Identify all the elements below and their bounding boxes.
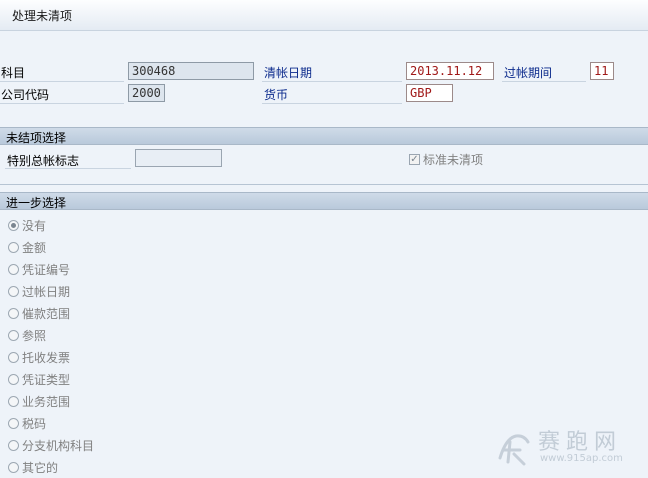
watermark-text: 赛跑网 (538, 430, 623, 455)
window-title: 处理未清项 (12, 9, 73, 23)
radio-row-other[interactable]: 其它的 (8, 459, 58, 477)
radio-label-business-area: 业务范围 (22, 395, 71, 409)
radio-other[interactable] (8, 462, 19, 473)
company-label-underline (0, 103, 124, 104)
clearing-date-field[interactable]: 2013.11.12 (406, 62, 494, 80)
radio-business-area[interactable] (8, 396, 19, 407)
clearing-date-underline (262, 81, 402, 82)
radio-label-dunning-area: 催款范围 (22, 307, 71, 321)
watermark-logo-icon (498, 434, 530, 466)
radio-row-tax-code[interactable]: 税码 (8, 415, 46, 433)
radio-posting-date[interactable] (8, 286, 19, 297)
radio-label-none: 没有 (22, 219, 47, 233)
radio-row-amount[interactable]: 金额 (8, 239, 46, 257)
radio-row-none[interactable]: 没有 (8, 217, 46, 235)
posting-period-label: 过帐期间 (504, 66, 553, 80)
radio-row-dunning-area[interactable]: 催款范围 (8, 305, 70, 323)
radio-row-document-number[interactable]: 凭证编号 (8, 261, 70, 279)
posting-period-field[interactable]: 11 (590, 62, 614, 80)
currency-underline (262, 103, 402, 104)
watermark: 赛跑网 www.915ap.com (494, 424, 644, 472)
radio-label-document-type: 凭证类型 (22, 373, 71, 387)
company-code-field[interactable]: 2000 (128, 84, 165, 102)
further-selection-title: 进一步选择 (6, 196, 67, 210)
radio-row-business-area[interactable]: 业务范围 (8, 393, 70, 411)
open-item-section-bottom (0, 184, 648, 185)
radio-document-type[interactable] (8, 374, 19, 385)
radio-document-number[interactable] (8, 264, 19, 275)
watermark-url: www.915ap.com (540, 453, 623, 464)
radio-row-posting-date[interactable]: 过帐日期 (8, 283, 70, 301)
radio-label-amount: 金额 (22, 241, 47, 255)
radio-label-document-number: 凭证编号 (22, 263, 71, 277)
further-selection-header: 进一步选择 (0, 192, 648, 210)
currency-field[interactable]: GBP (406, 84, 453, 102)
radio-collection-invoice[interactable] (8, 352, 19, 363)
radio-label-reference: 参照 (22, 329, 47, 343)
radio-tax-code[interactable] (8, 418, 19, 429)
radio-reference[interactable] (8, 330, 19, 341)
radio-label-posting-date: 过帐日期 (22, 285, 71, 299)
radio-label-other: 其它的 (22, 461, 59, 475)
radio-label-tax-code: 税码 (22, 417, 47, 431)
posting-period-underline (502, 81, 586, 82)
open-item-section-header: 未结项选择 (0, 127, 648, 145)
standard-oi-checkbox[interactable]: ✓ (409, 154, 420, 165)
radio-dunning-area[interactable] (8, 308, 19, 319)
account-label-underline (0, 81, 124, 82)
radio-label-branch-account: 分支机构科目 (22, 439, 95, 453)
special-gl-label: 特别总帐标志 (7, 154, 80, 168)
account-field[interactable]: 300468 (128, 62, 254, 80)
radio-row-reference[interactable]: 参照 (8, 327, 46, 345)
standard-oi-label: 标准未清项 (423, 153, 484, 167)
radio-row-document-type[interactable]: 凭证类型 (8, 371, 70, 389)
radio-row-branch-account[interactable]: 分支机构科目 (8, 437, 94, 455)
clearing-date-label: 清帐日期 (264, 66, 313, 80)
company-code-label: 公司代码 (1, 88, 50, 102)
radio-none[interactable] (8, 220, 19, 231)
account-label: 科目 (1, 66, 26, 80)
open-item-section-title: 未结项选择 (6, 131, 67, 145)
title-bar: 处理未清项 (0, 0, 648, 31)
currency-label: 货币 (264, 88, 289, 102)
radio-amount[interactable] (8, 242, 19, 253)
radio-label-collection-invoice: 托收发票 (22, 351, 71, 365)
special-gl-field[interactable] (135, 149, 222, 167)
radio-branch-account[interactable] (8, 440, 19, 451)
special-gl-underline (5, 168, 131, 169)
radio-row-collection-invoice[interactable]: 托收发票 (8, 349, 70, 367)
